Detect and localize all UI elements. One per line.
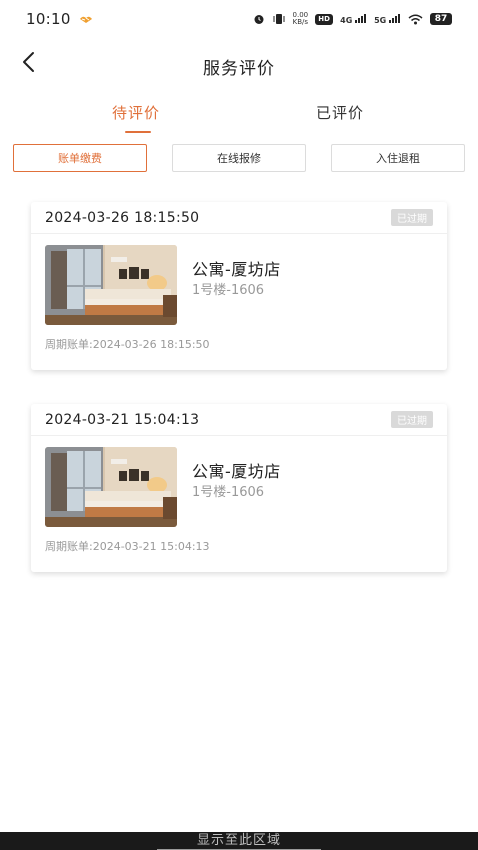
- tab-reviewed[interactable]: 已评价: [316, 102, 364, 123]
- review-card[interactable]: 2024-03-26 18:15:50 已过期 公寓-厦坊店 1号楼-1606 …: [31, 202, 447, 370]
- wifi-icon: [408, 14, 423, 25]
- bottom-bar: 显示至此区域: [0, 832, 478, 850]
- heart-icon: [79, 14, 93, 24]
- netspeed-unit: KB/s: [292, 18, 309, 26]
- room-photo: [45, 245, 177, 325]
- room-name: 公寓-厦坊店: [192, 462, 281, 481]
- bill-period: 周期账单:2024-03-21 15:04:13: [45, 540, 210, 553]
- room-name: 公寓-厦坊店: [192, 260, 281, 279]
- bill-period: 周期账单:2024-03-26 18:15:50: [45, 338, 210, 351]
- status-bar: 10:10 0.00 KB/s HD 4G 5G 87: [0, 0, 478, 38]
- tab-pending-review[interactable]: 待评价: [112, 102, 160, 123]
- filter-online-repair[interactable]: 在线报修: [172, 144, 306, 172]
- card-header: 2024-03-26 18:15:50 已过期: [31, 202, 447, 234]
- battery-indicator: 87: [430, 13, 452, 25]
- room-unit: 1号楼-1606: [192, 283, 265, 298]
- alarm-icon: [253, 13, 265, 25]
- signal-5g-label: 5G: [374, 15, 387, 25]
- status-right: 0.00 KB/s HD 4G 5G 87: [253, 12, 452, 26]
- room-unit: 1号楼-1606: [192, 485, 265, 500]
- vibrate-icon: [272, 13, 286, 25]
- room-photo: [45, 447, 177, 527]
- card-header: 2024-03-21 15:04:13 已过期: [31, 404, 447, 436]
- filter-bill-payment[interactable]: 账单缴费: [13, 144, 147, 172]
- netspeed: 0.00 KB/s: [293, 12, 309, 26]
- back-button[interactable]: [14, 50, 42, 78]
- status-left: 10:10: [26, 10, 93, 28]
- signal-4g-label: 4G: [340, 15, 353, 25]
- signal-4g: 4G: [340, 13, 367, 25]
- card-date: 2024-03-21 15:04:13: [45, 412, 200, 428]
- review-card[interactable]: 2024-03-21 15:04:13 已过期 公寓-厦坊店 1号楼-1606 …: [31, 404, 447, 572]
- hd-indicator: HD: [315, 13, 334, 25]
- signal-5g: 5G: [374, 13, 401, 25]
- tab-bar: 待评价 已评价: [0, 96, 478, 136]
- page-title: 服务评价: [203, 58, 275, 79]
- nav-bar: 服务评价: [0, 42, 478, 90]
- display-area-label: 显示至此区域: [156, 833, 321, 850]
- expired-badge: 已过期: [391, 209, 433, 226]
- expired-badge: 已过期: [391, 411, 433, 428]
- filter-row: 账单缴费 在线报修 入住退租: [0, 144, 478, 174]
- status-time: 10:10: [26, 10, 71, 28]
- card-date: 2024-03-26 18:15:50: [45, 210, 200, 226]
- filter-checkin-checkout[interactable]: 入住退租: [331, 144, 465, 172]
- active-tab-indicator: [125, 131, 151, 133]
- back-arrow-icon: [21, 51, 35, 77]
